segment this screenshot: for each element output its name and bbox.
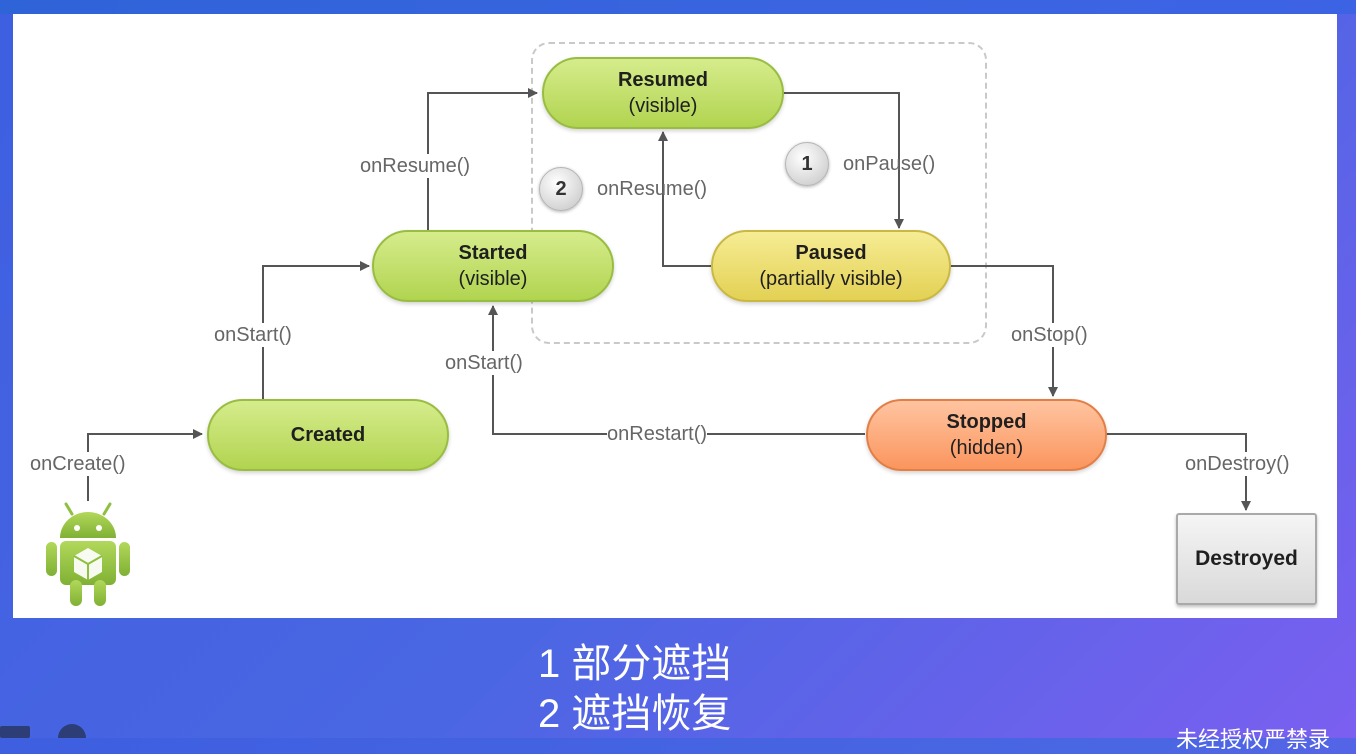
- label-ondestroy: onDestroy(): [1185, 452, 1290, 476]
- state-created: Created: [207, 399, 449, 471]
- caption-line-2: 2 遮挡恢复: [538, 692, 732, 736]
- state-stopped: Stopped (hidden): [866, 399, 1107, 471]
- state-started-name: Started: [458, 242, 528, 264]
- label-onrestart: onRestart(): [607, 422, 708, 446]
- state-resumed: Resumed (visible): [542, 57, 784, 129]
- state-paused-sub: (partially visible): [759, 268, 903, 290]
- state-resumed-sub: (visible): [628, 95, 698, 117]
- state-started-sub: (visible): [458, 268, 528, 290]
- state-resumed-name: Resumed: [617, 69, 709, 91]
- label-onresume-inner: onResume(): [597, 178, 708, 200]
- state-created-name: Created: [290, 424, 366, 446]
- state-paused: Paused (partially visible): [711, 230, 951, 302]
- top-bar: [0, 0, 1356, 14]
- label-onresume-left: onResume(): [360, 154, 471, 178]
- label-onstart-mid: onStart(): [445, 351, 523, 375]
- state-stopped-name: Stopped: [946, 411, 1027, 433]
- label-onpause: onPause(): [843, 153, 936, 175]
- state-stopped-sub: (hidden): [949, 437, 1024, 459]
- label-onstop: onStop(): [1011, 323, 1088, 347]
- badge-two: 2: [539, 167, 583, 211]
- player-controls-icon: [0, 724, 86, 738]
- watermark-text: 未经授权严禁录: [1176, 727, 1331, 752]
- state-paused-name: Paused: [795, 242, 867, 264]
- android-robot-icon: [46, 502, 130, 606]
- diagram-slide: Resumed (visible) Started (visible) Paus…: [13, 14, 1337, 618]
- state-started: Started (visible): [372, 230, 614, 302]
- badge-one: 1: [785, 142, 829, 186]
- state-destroyed: Destroyed: [1176, 513, 1317, 605]
- caption-line-1: 1 部分遮挡: [538, 642, 732, 686]
- label-onstart-left: onStart(): [214, 323, 292, 347]
- label-oncreate: onCreate(): [30, 452, 126, 476]
- arrow-onrestart: [488, 305, 865, 435]
